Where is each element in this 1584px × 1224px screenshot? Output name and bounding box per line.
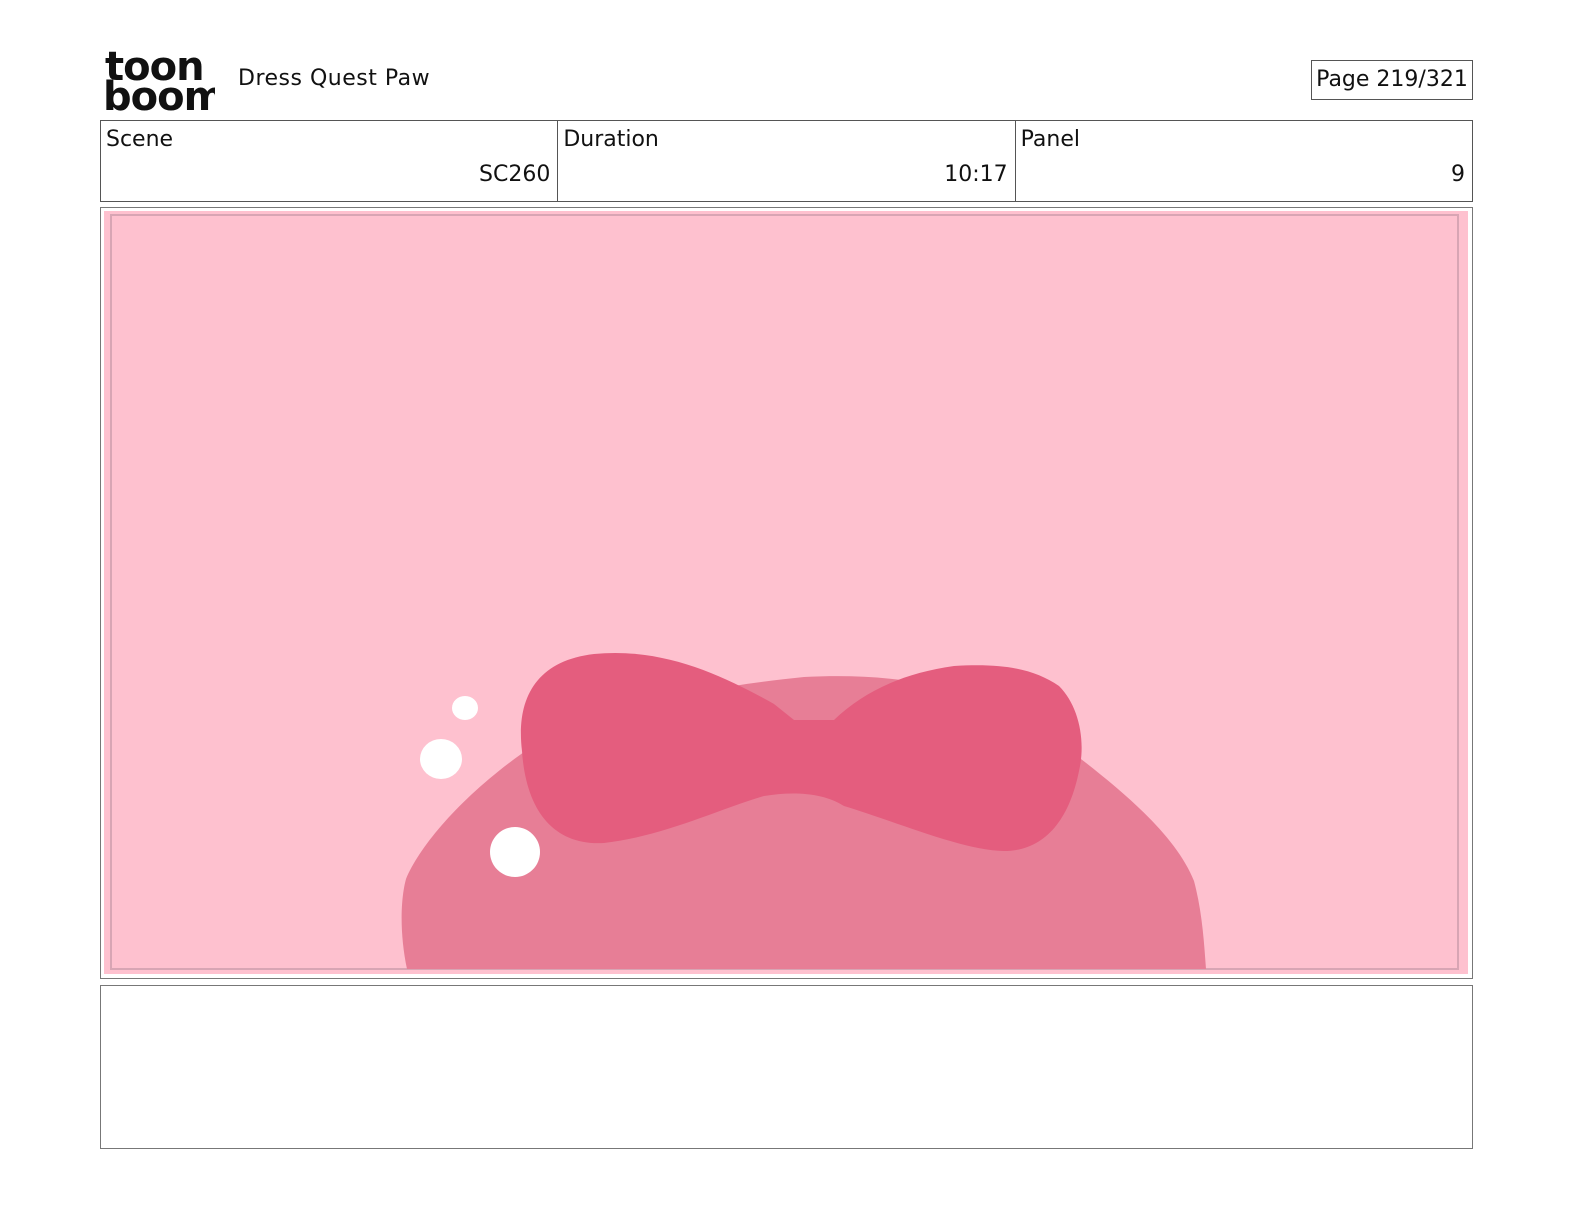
scene-label: Scene (106, 127, 174, 152)
duration-value: 10:17 (944, 162, 1008, 187)
logo-text-bottom: boom (103, 74, 215, 112)
duration-cell: Duration 10:17 (558, 121, 1016, 201)
sparkle-medium (420, 739, 462, 779)
scene-value: SC260 (479, 162, 551, 187)
panel-image (104, 211, 1468, 974)
info-table: Scene SC260 Duration 10:17 Panel 9 (100, 120, 1473, 202)
notes-box (100, 985, 1473, 1149)
panel-cell: Panel 9 (1016, 121, 1472, 201)
panel-value: 9 (1450, 162, 1465, 187)
sparkle-small (452, 696, 478, 720)
sparkle-large (490, 827, 540, 877)
duration-label: Duration (563, 127, 659, 152)
scene-cell: Scene SC260 (101, 121, 559, 201)
project-title: Dress Quest Paw (238, 66, 431, 91)
panel-frame (100, 207, 1473, 979)
panel-label: Panel (1020, 127, 1081, 152)
toonboom-logo: toon boom (103, 50, 215, 112)
page-indicator: Page 219/321 (1311, 60, 1473, 100)
